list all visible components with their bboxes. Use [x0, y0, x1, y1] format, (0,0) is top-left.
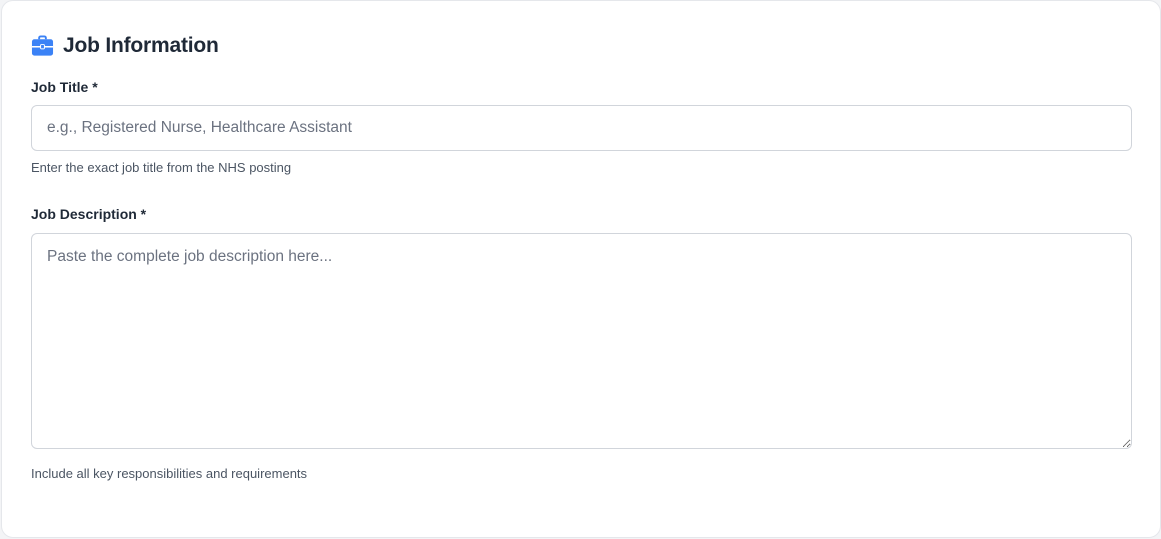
job-description-hint: Include all key responsibilities and req… [31, 466, 308, 481]
job-description-label: Job Description * [31, 206, 147, 222]
section-header: Job Information [31, 34, 219, 58]
job-title-input[interactable] [31, 105, 1132, 151]
section-title: Job Information [63, 34, 219, 57]
briefcase-icon [31, 35, 54, 56]
job-description-textarea[interactable] [31, 233, 1132, 449]
job-title-label: Job Title * [31, 79, 98, 95]
job-title-hint: Enter the exact job title from the NHS p… [31, 160, 292, 175]
job-information-card: Job Information Job Title * Enter the ex… [1, 0, 1161, 538]
